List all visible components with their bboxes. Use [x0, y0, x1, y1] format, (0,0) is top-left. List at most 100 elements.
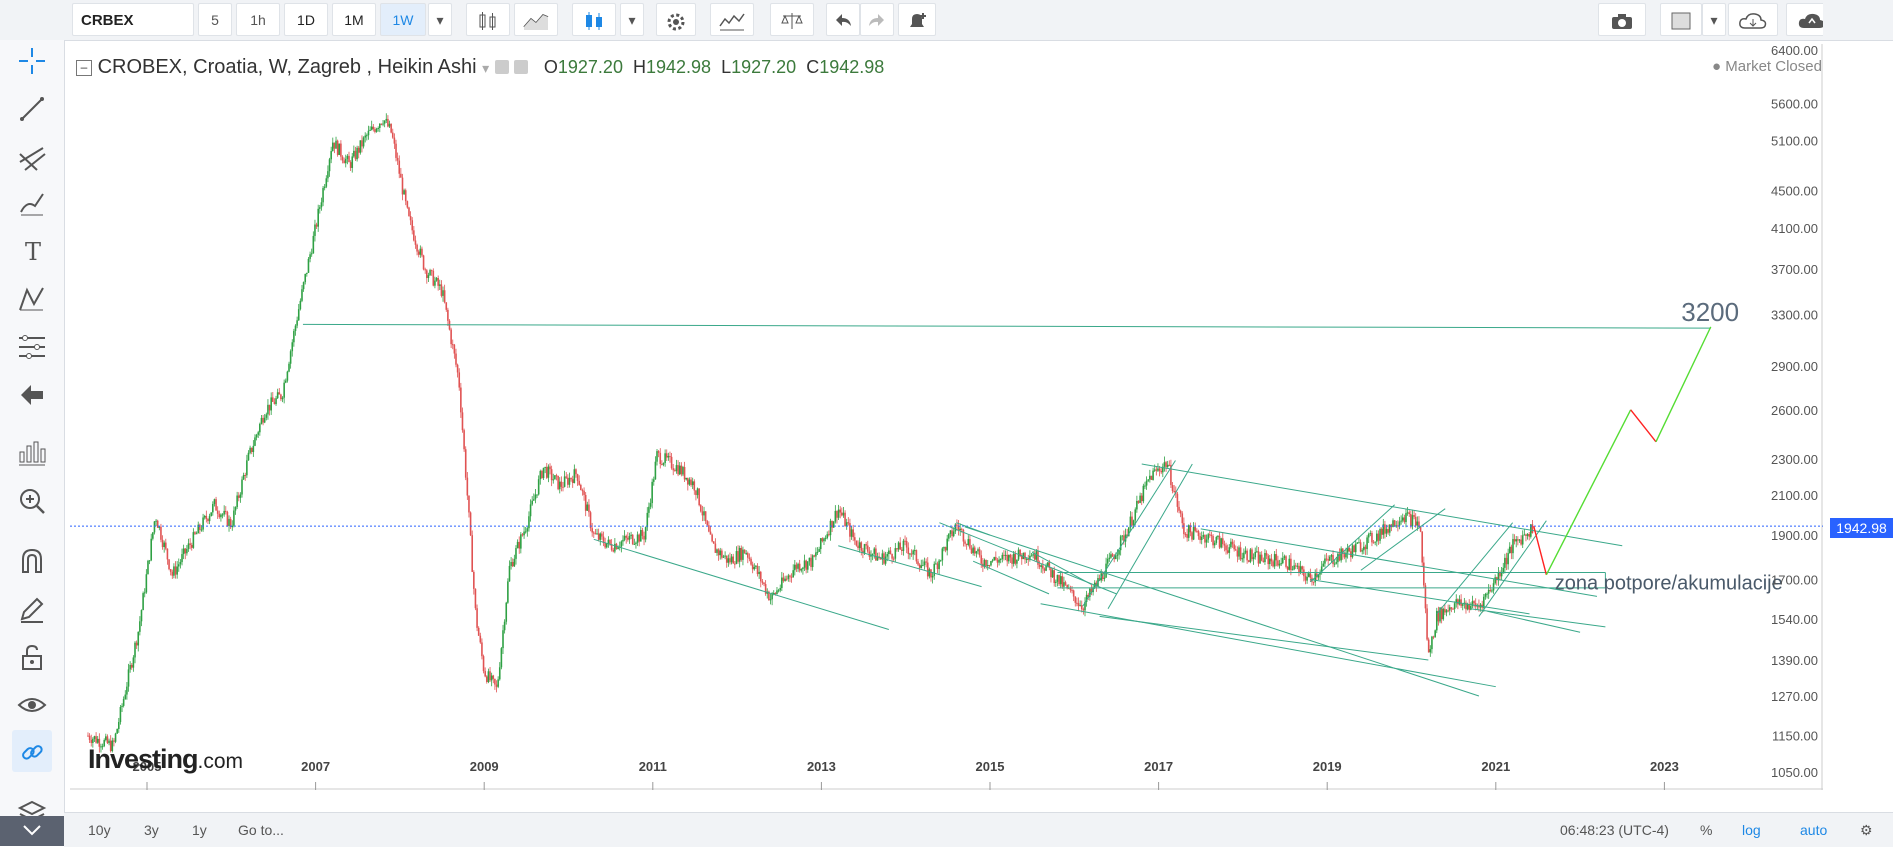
log-toggle[interactable]: log — [1742, 822, 1761, 838]
trend-line[interactable] — [1310, 504, 1395, 583]
projection-pullback-line[interactable] — [1630, 409, 1657, 443]
projection-down-line[interactable] — [1533, 525, 1548, 576]
candle-body — [1508, 546, 1511, 554]
area-style-icon[interactable] — [514, 3, 558, 36]
candle-body — [670, 456, 673, 469]
candle-body — [382, 123, 384, 125]
chart-type-dropdown-icon[interactable]: ▾ — [620, 3, 644, 36]
x-tick-label: 2021 — [1481, 759, 1510, 774]
candle-body — [1367, 534, 1370, 538]
eye-icon[interactable] — [12, 684, 52, 720]
pattern-icon[interactable] — [12, 278, 52, 314]
candle-body — [995, 557, 997, 560]
auto-toggle[interactable]: auto — [1800, 822, 1827, 838]
interval-1d[interactable]: 1D — [284, 3, 328, 36]
trend-line[interactable] — [964, 526, 1480, 697]
fib-icon[interactable] — [12, 326, 52, 362]
redo-icon[interactable] — [860, 3, 894, 36]
legend-hide-icon[interactable] — [514, 60, 529, 74]
candle-body — [1257, 551, 1260, 564]
pitchfork-icon[interactable] — [12, 136, 52, 172]
trendline-icon[interactable] — [12, 88, 52, 124]
candle-body — [372, 126, 375, 130]
alert-icon[interactable] — [898, 3, 936, 36]
candle-body — [638, 534, 640, 542]
candle-body — [161, 539, 164, 548]
candle-body — [844, 512, 846, 527]
range-1y[interactable]: 1y — [192, 822, 207, 838]
layout-dropdown-icon[interactable]: ▾ — [1702, 3, 1726, 36]
price-chart[interactable]: 3200 zona potpore/akumulacije 6400.00 5600… — [70, 44, 1823, 790]
measure-icon[interactable] — [12, 432, 52, 468]
zoom-icon[interactable] — [12, 480, 52, 516]
candle-body — [1374, 541, 1376, 543]
percent-toggle[interactable]: % — [1700, 822, 1712, 838]
crosshair-icon[interactable] — [12, 40, 52, 76]
candle-body — [278, 392, 281, 395]
candle-body — [184, 548, 187, 554]
chart-settings-gear-icon[interactable]: ⚙ — [1860, 822, 1873, 839]
trend-line[interactable] — [1470, 608, 1606, 628]
link-icon[interactable] — [12, 730, 52, 772]
candle-style-icon[interactable] — [466, 3, 510, 36]
interval-5[interactable]: 5 — [198, 3, 232, 36]
candle-body — [1520, 539, 1522, 545]
candle-body — [1361, 550, 1364, 552]
candle-body — [416, 244, 418, 252]
back-arrow-icon[interactable] — [12, 374, 52, 410]
lock-icon[interactable] — [12, 636, 52, 672]
goto-button[interactable]: Go to... — [238, 822, 284, 838]
candle-body — [649, 503, 652, 507]
trend-line[interactable] — [838, 545, 982, 588]
candle-body — [614, 543, 616, 552]
candle-body — [734, 563, 736, 565]
cloud-download-icon[interactable] — [1728, 3, 1778, 36]
candle-body — [871, 553, 874, 555]
symbol-input[interactable]: CRBEX — [72, 3, 194, 36]
interval-1w[interactable]: 1W — [380, 3, 426, 36]
gear-icon[interactable] — [656, 3, 696, 36]
magnet-icon[interactable] — [12, 540, 52, 576]
trend-line[interactable] — [1082, 460, 1176, 607]
candle-body — [1358, 542, 1360, 544]
candle-body — [738, 547, 741, 562]
legend-dropdown-icon[interactable]: ▾ — [482, 60, 489, 76]
brush-icon[interactable] — [12, 182, 52, 218]
candle-body — [1076, 602, 1078, 604]
projection-up-line[interactable] — [1545, 409, 1632, 576]
candle-body — [1168, 464, 1171, 466]
undo-icon[interactable] — [826, 3, 860, 36]
candle-body — [701, 511, 704, 516]
interval-dropdown-icon[interactable]: ▾ — [428, 3, 452, 36]
layout-icon[interactable] — [1660, 3, 1702, 36]
text-icon[interactable]: T — [12, 230, 52, 266]
interval-1h[interactable]: 1h — [236, 3, 280, 36]
candle-body — [1384, 524, 1386, 534]
interval-1m[interactable]: 1M — [332, 3, 376, 36]
y-tick-label: 2600.00 — [1771, 403, 1818, 418]
camera-icon[interactable] — [1598, 3, 1646, 36]
candle-body — [333, 142, 336, 149]
indicators-icon[interactable] — [710, 3, 754, 36]
candle-body — [481, 642, 483, 657]
lock-pencil-icon[interactable] — [12, 588, 52, 624]
candle-body — [259, 423, 261, 433]
legend-collapse-icon[interactable]: – — [76, 60, 92, 76]
resistance-line-3200[interactable] — [302, 323, 1711, 329]
candle-body — [956, 524, 958, 526]
legend-settings-icon[interactable] — [494, 60, 509, 74]
projection-target-line[interactable] — [1655, 326, 1712, 443]
candle-body — [552, 479, 555, 481]
candle-body — [922, 565, 924, 567]
range-3y[interactable]: 3y — [144, 822, 159, 838]
compare-icon[interactable] — [770, 3, 814, 36]
drawing-toolbar: T — [0, 40, 65, 846]
candle-body — [725, 555, 728, 563]
candle-body — [516, 541, 519, 549]
trend-line[interactable] — [1099, 615, 1429, 661]
range-10y[interactable]: 10y — [88, 822, 111, 838]
sidebar-collapse-button[interactable] — [0, 816, 64, 846]
heikin-ashi-icon[interactable] — [572, 3, 616, 36]
candle-body — [1325, 558, 1328, 560]
candle-body — [526, 528, 529, 532]
